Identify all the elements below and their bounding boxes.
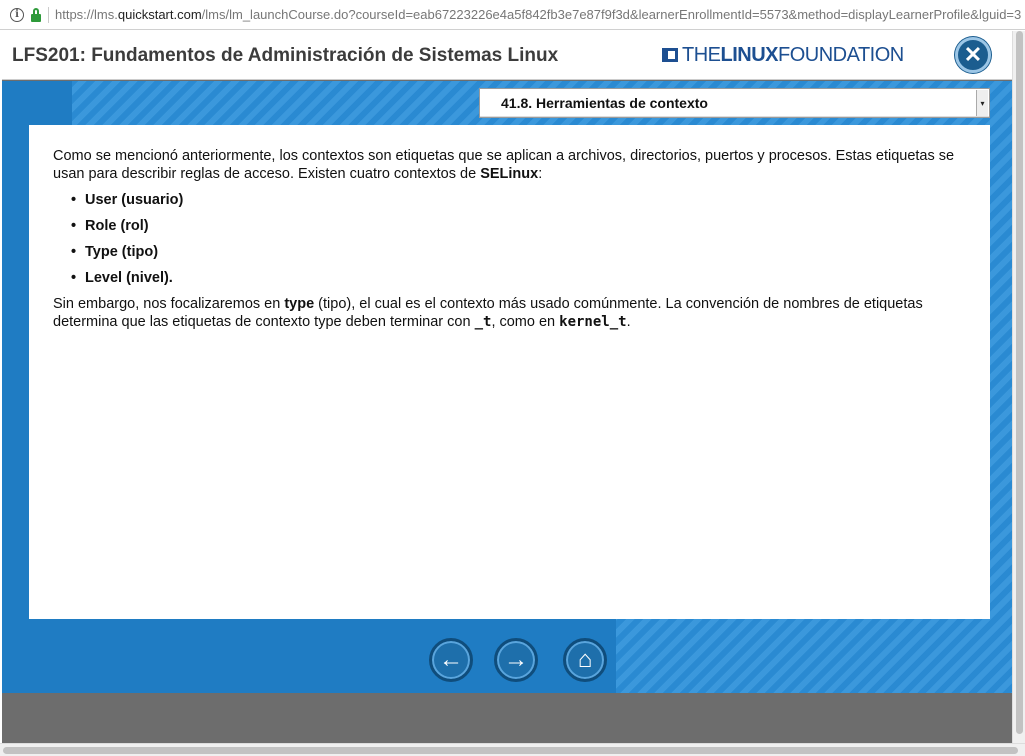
vertical-scrollbar[interactable] bbox=[1012, 31, 1025, 745]
info-icon[interactable]: i bbox=[10, 7, 24, 22]
vertical-scroll-thumb[interactable] bbox=[1016, 31, 1023, 734]
close-icon[interactable]: ✕ bbox=[955, 37, 991, 73]
next-button[interactable]: → bbox=[494, 638, 538, 682]
chevron-down-icon[interactable]: ▾ bbox=[976, 90, 988, 116]
arrow-left-icon: ← bbox=[439, 646, 463, 673]
back-button[interactable]: ← bbox=[429, 638, 473, 682]
linux-foundation-logo: THE LINUX FOUNDATION bbox=[662, 43, 904, 67]
horizontal-scroll-thumb[interactable] bbox=[3, 747, 1018, 754]
list-item: Level (nivel). bbox=[71, 269, 966, 287]
list-item: Role (rol) bbox=[71, 217, 966, 235]
address-bar[interactable]: i https://lms.quickstart.com/lms/lm_laun… bbox=[0, 0, 1025, 30]
course-header: LFS201: Fundamentos de Administración de… bbox=[2, 31, 1012, 80]
lesson-paragraph-2: Sin embargo, nos focalizaremos en type (… bbox=[53, 296, 923, 330]
course-title: LFS201: Fundamentos de Administración de… bbox=[12, 45, 559, 66]
home-button[interactable]: ⌂ bbox=[563, 638, 607, 682]
footer-area bbox=[2, 693, 1012, 743]
horizontal-scrollbar[interactable] bbox=[0, 743, 1025, 756]
logo-mark-icon bbox=[662, 48, 678, 62]
address-bar-divider bbox=[48, 6, 49, 23]
list-item: User (usuario) bbox=[71, 191, 966, 209]
section-dropdown-value: 41.8. Herramientas de contexto bbox=[501, 95, 708, 111]
list-item: Type (tipo) bbox=[71, 243, 966, 261]
url-text[interactable]: https://lms.quickstart.com/lms/lm_launch… bbox=[55, 7, 1025, 22]
home-icon: ⌂ bbox=[577, 646, 593, 673]
course-area: 41.8. Herramientas de contexto ▾ Como se… bbox=[2, 81, 1012, 693]
lock-icon bbox=[30, 7, 42, 22]
context-list: User (usuario) Role (rol) Type (tipo) Le… bbox=[71, 191, 966, 287]
course-window: LFS201: Fundamentos de Administración de… bbox=[2, 31, 1012, 743]
section-dropdown[interactable]: 41.8. Herramientas de contexto ▾ bbox=[479, 88, 990, 118]
lesson-paragraph-1: Como se mencionó anteriormente, los cont… bbox=[53, 148, 955, 182]
arrow-right-icon: → bbox=[504, 646, 528, 673]
lesson-content: Como se mencionó anteriormente, los cont… bbox=[29, 125, 990, 619]
